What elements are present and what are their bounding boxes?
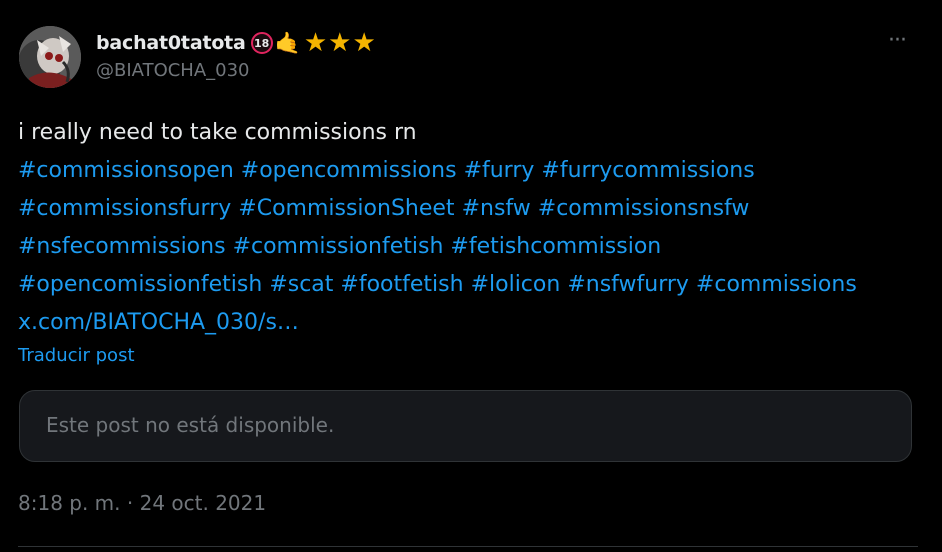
hashtag-line: #nsfecommissions #commissionfetish #feti… xyxy=(18,228,918,266)
post: bachat0tatota 18 🤙 ★★★ @BIATOCHA_030 ···… xyxy=(0,0,942,552)
post-timestamp[interactable]: 8:18 p. m. · 24 oct. 2021 xyxy=(18,491,266,515)
quoted-post-unavailable: Este post no está disponible. xyxy=(19,390,912,462)
call-me-hand-emoji-icon: 🤙 xyxy=(274,30,301,55)
hashtag-link[interactable]: #opencomissionfetish xyxy=(18,272,262,297)
hashtag-link[interactable]: #nsfecommissions xyxy=(18,234,226,259)
post-link[interactable]: x.com/BIATOCHA_030/s… xyxy=(18,310,299,335)
hashtag-link[interactable]: #scat xyxy=(269,272,333,297)
unavailable-message: Este post no está disponible. xyxy=(46,413,335,437)
avatar[interactable] xyxy=(19,26,81,88)
post-text: i really need to take commissions rn #co… xyxy=(18,114,918,342)
hashtag-link[interactable]: #commissionsnsfw xyxy=(538,196,750,221)
hashtag-link[interactable]: #fetishcommission xyxy=(450,234,661,259)
hashtag-line: #opencomissionfetish #scat #footfetish #… xyxy=(18,266,918,304)
hashtag-link[interactable]: #commissionsfurry xyxy=(18,196,231,221)
author-name-row: bachat0tatota 18 🤙 ★★★ xyxy=(96,28,377,58)
display-name[interactable]: bachat0tatota xyxy=(96,32,246,54)
hashtag-line: #commissionsfurry #CommissionSheet #nsfw… xyxy=(18,190,918,228)
avatar-image xyxy=(19,26,81,88)
hashtag-link[interactable]: #nsfwfurry xyxy=(567,272,689,297)
hashtag-link[interactable]: #footfetish xyxy=(340,272,463,297)
hashtag-link[interactable]: #furrycommissions xyxy=(541,158,754,183)
hashtag-link[interactable]: #CommissionSheet xyxy=(238,196,454,221)
post-text-line: i really need to take commissions rn xyxy=(18,120,417,145)
author-info: bachat0tatota 18 🤙 ★★★ @BIATOCHA_030 xyxy=(96,28,377,81)
divider xyxy=(18,546,918,547)
user-handle[interactable]: @BIATOCHA_030 xyxy=(96,60,377,81)
hashtag-line: #commissionsopen #opencommissions #furry… xyxy=(18,152,918,190)
hashtag-link[interactable]: #opencommissions xyxy=(241,158,457,183)
more-options-icon[interactable]: ··· xyxy=(880,26,914,56)
hashtag-link[interactable]: #commissionsopen xyxy=(18,158,234,183)
star-icons: ★★★ xyxy=(303,28,377,58)
hashtag-link[interactable]: #commissionfetish xyxy=(233,234,444,259)
hashtag-link[interactable]: #furry xyxy=(464,158,535,183)
link-line: x.com/BIATOCHA_030/s… xyxy=(18,304,918,342)
hashtag-link[interactable]: #commissions xyxy=(696,272,857,297)
adult-18-badge-icon: 18 xyxy=(250,32,273,54)
hashtag-link[interactable]: #lolicon xyxy=(471,272,561,297)
hashtag-link[interactable]: #nsfw xyxy=(462,196,531,221)
translate-post-link[interactable]: Traducir post xyxy=(18,345,135,366)
